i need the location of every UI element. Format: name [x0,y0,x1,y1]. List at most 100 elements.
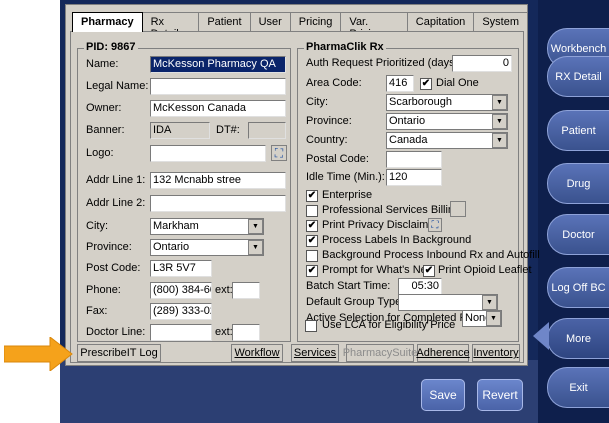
addr1-field[interactable]: 132 Mcnabb stree [150,172,286,189]
auth-field[interactable]: 0 [452,55,512,72]
city-label: City: [86,220,108,232]
auth-label: Auth Request Prioritized (days): [306,57,462,69]
rx-city-value: Scarborough [389,96,452,108]
enterprise-checkbox[interactable]: ✔ [306,190,318,202]
province-value: Ontario [153,241,190,253]
rx-province-dropdown[interactable]: Ontario ▼ [386,113,508,130]
name-field[interactable]: McKesson Pharmacy QA [150,56,286,73]
tab-patient[interactable]: Patient [198,12,251,32]
idle-time-field[interactable]: 120 [386,169,442,186]
rx-city-dropdown[interactable]: Scarborough ▼ [386,94,508,111]
nav-exit-button[interactable]: Exit [547,367,609,408]
callout-arrow-icon [4,337,73,371]
process-labels-checkbox[interactable]: ✔ [306,235,318,247]
opioid-checkbox[interactable]: ✔ [423,265,435,277]
batch-time-field[interactable]: 05:30 [398,278,442,295]
group-type-dropdown[interactable]: ▼ [398,294,498,311]
province-label: Province: [86,241,132,253]
tab-system[interactable]: System [473,12,528,32]
phone-ext-field[interactable] [232,282,260,299]
nav-more-button[interactable]: More [547,318,609,359]
inventory-button[interactable]: Inventory [472,344,520,362]
addr2-field[interactable] [150,195,286,212]
phone-field[interactable]: (800) 384-6093 [150,282,212,299]
logo-field[interactable] [150,145,266,162]
privacy-checkbox[interactable]: ✔ [306,220,318,232]
pharmacysuite-button[interactable]: PharmacySuite [343,344,417,362]
fax-label: Fax: [86,305,108,317]
name-label: Name: [86,58,119,70]
dial-one-checkbox[interactable]: ✔ [420,78,432,90]
chevron-down-icon[interactable]: ▼ [248,219,263,234]
rx-province-value: Ontario [389,115,426,127]
chevron-down-icon[interactable]: ▼ [248,240,263,255]
nav-doctor-button[interactable]: Doctor [547,214,609,255]
legal-name-field[interactable] [150,78,286,95]
dt-field[interactable] [248,122,286,139]
owner-field[interactable]: McKesson Canada [150,100,286,117]
lca-checkbox[interactable] [305,320,317,332]
chevron-down-icon[interactable]: ▼ [482,295,497,310]
chevron-down-icon[interactable]: ▼ [492,95,507,110]
doctor-line-field[interactable] [150,324,212,341]
country-dropdown[interactable]: Canada ▼ [386,132,508,149]
bg-inbound-checkbox[interactable] [306,250,318,262]
phone-label: Phone: [86,284,121,296]
country-label: Country: [306,134,348,146]
postal-code-field[interactable] [386,151,442,168]
area-code-label: Area Code: [306,77,362,89]
adherence-button[interactable]: Adherence [416,344,470,362]
browse-logo-icon[interactable]: ⛶ [271,145,287,161]
nav-log-off-button[interactable]: Log Off BC [547,267,609,308]
pharmaclik-group: PharmaClik Rx Auth Request Prioritized (… [297,41,540,342]
rx-city-label: City: [306,96,328,108]
postcode-field[interactable]: L3R 5V7 [150,260,212,277]
tab-strip: Pharmacy Rx Detail Patient User Pricing … [72,12,528,40]
area-code-field[interactable]: 416 [386,75,414,92]
pharmacy-tab-panel: PID: 9867 Name: McKesson Pharmacy QA Leg… [70,31,540,363]
workflow-button[interactable]: Workflow [231,344,283,362]
nav-rx-detail-button[interactable]: RX Detail [547,56,609,97]
idle-time-label: Idle Time (Min.): [306,171,385,183]
tab-var-pricing[interactable]: Var. Pricing [340,12,408,40]
doctor-ext-field[interactable] [232,324,260,341]
city-dropdown[interactable]: Markham ▼ [150,218,264,235]
active-pointer [533,322,549,350]
chevron-down-icon[interactable]: ▼ [492,114,507,129]
pid-label: PID: 9867 [84,41,138,53]
owner-label: Owner: [86,102,122,114]
batch-label: Batch Start Time: [306,280,391,292]
process-labels-label: Process Labels In Background [322,234,472,246]
active-selection-dropdown[interactable]: None ▼ [462,310,502,327]
nav-patient-button[interactable]: Patient [547,110,609,151]
tab-capitation[interactable]: Capitation [406,12,475,32]
tab-user[interactable]: User [249,12,291,32]
tab-pharmacy[interactable]: Pharmacy [72,12,143,32]
rx-province-label: Province: [306,115,352,127]
fax-field[interactable]: (289) 333-0294 [150,303,212,320]
dial-one-label: Dial One [436,77,479,89]
prompt-new-checkbox[interactable]: ✔ [306,265,318,277]
phone-ext-label: ext: [215,284,233,296]
revert-button[interactable]: Revert [477,379,523,411]
postcode-label: Post Code: [86,262,141,274]
province-dropdown[interactable]: Ontario ▼ [150,239,264,256]
privacy-preview-icon[interactable]: ⛶ [428,218,442,232]
prescribeit-log-button[interactable]: PrescribeIT Log [77,344,161,362]
chevron-down-icon[interactable]: ▼ [486,311,501,326]
banner-field[interactable]: IDA [150,122,210,139]
save-button[interactable]: Save [421,379,465,411]
settings-dialog: Pharmacy Rx Detail Patient User Pricing … [65,4,540,366]
city-value: Markham [153,220,199,232]
tab-rx-detail[interactable]: Rx Detail [141,12,200,40]
services-button[interactable]: Services [291,344,339,362]
chevron-down-icon[interactable]: ▼ [492,133,507,148]
lca-label: Use LCA for Eligibility Price [322,319,456,331]
group-type-label: Default Group Type: [306,296,405,308]
tab-pricing[interactable]: Pricing [289,12,342,32]
prof-billing-button[interactable] [450,201,466,217]
dt-label: DT#: [216,124,240,136]
prof-billing-checkbox[interactable] [306,205,318,217]
opioid-label: Print Opioid Leaflet [438,264,532,276]
nav-drug-button[interactable]: Drug [547,163,609,204]
